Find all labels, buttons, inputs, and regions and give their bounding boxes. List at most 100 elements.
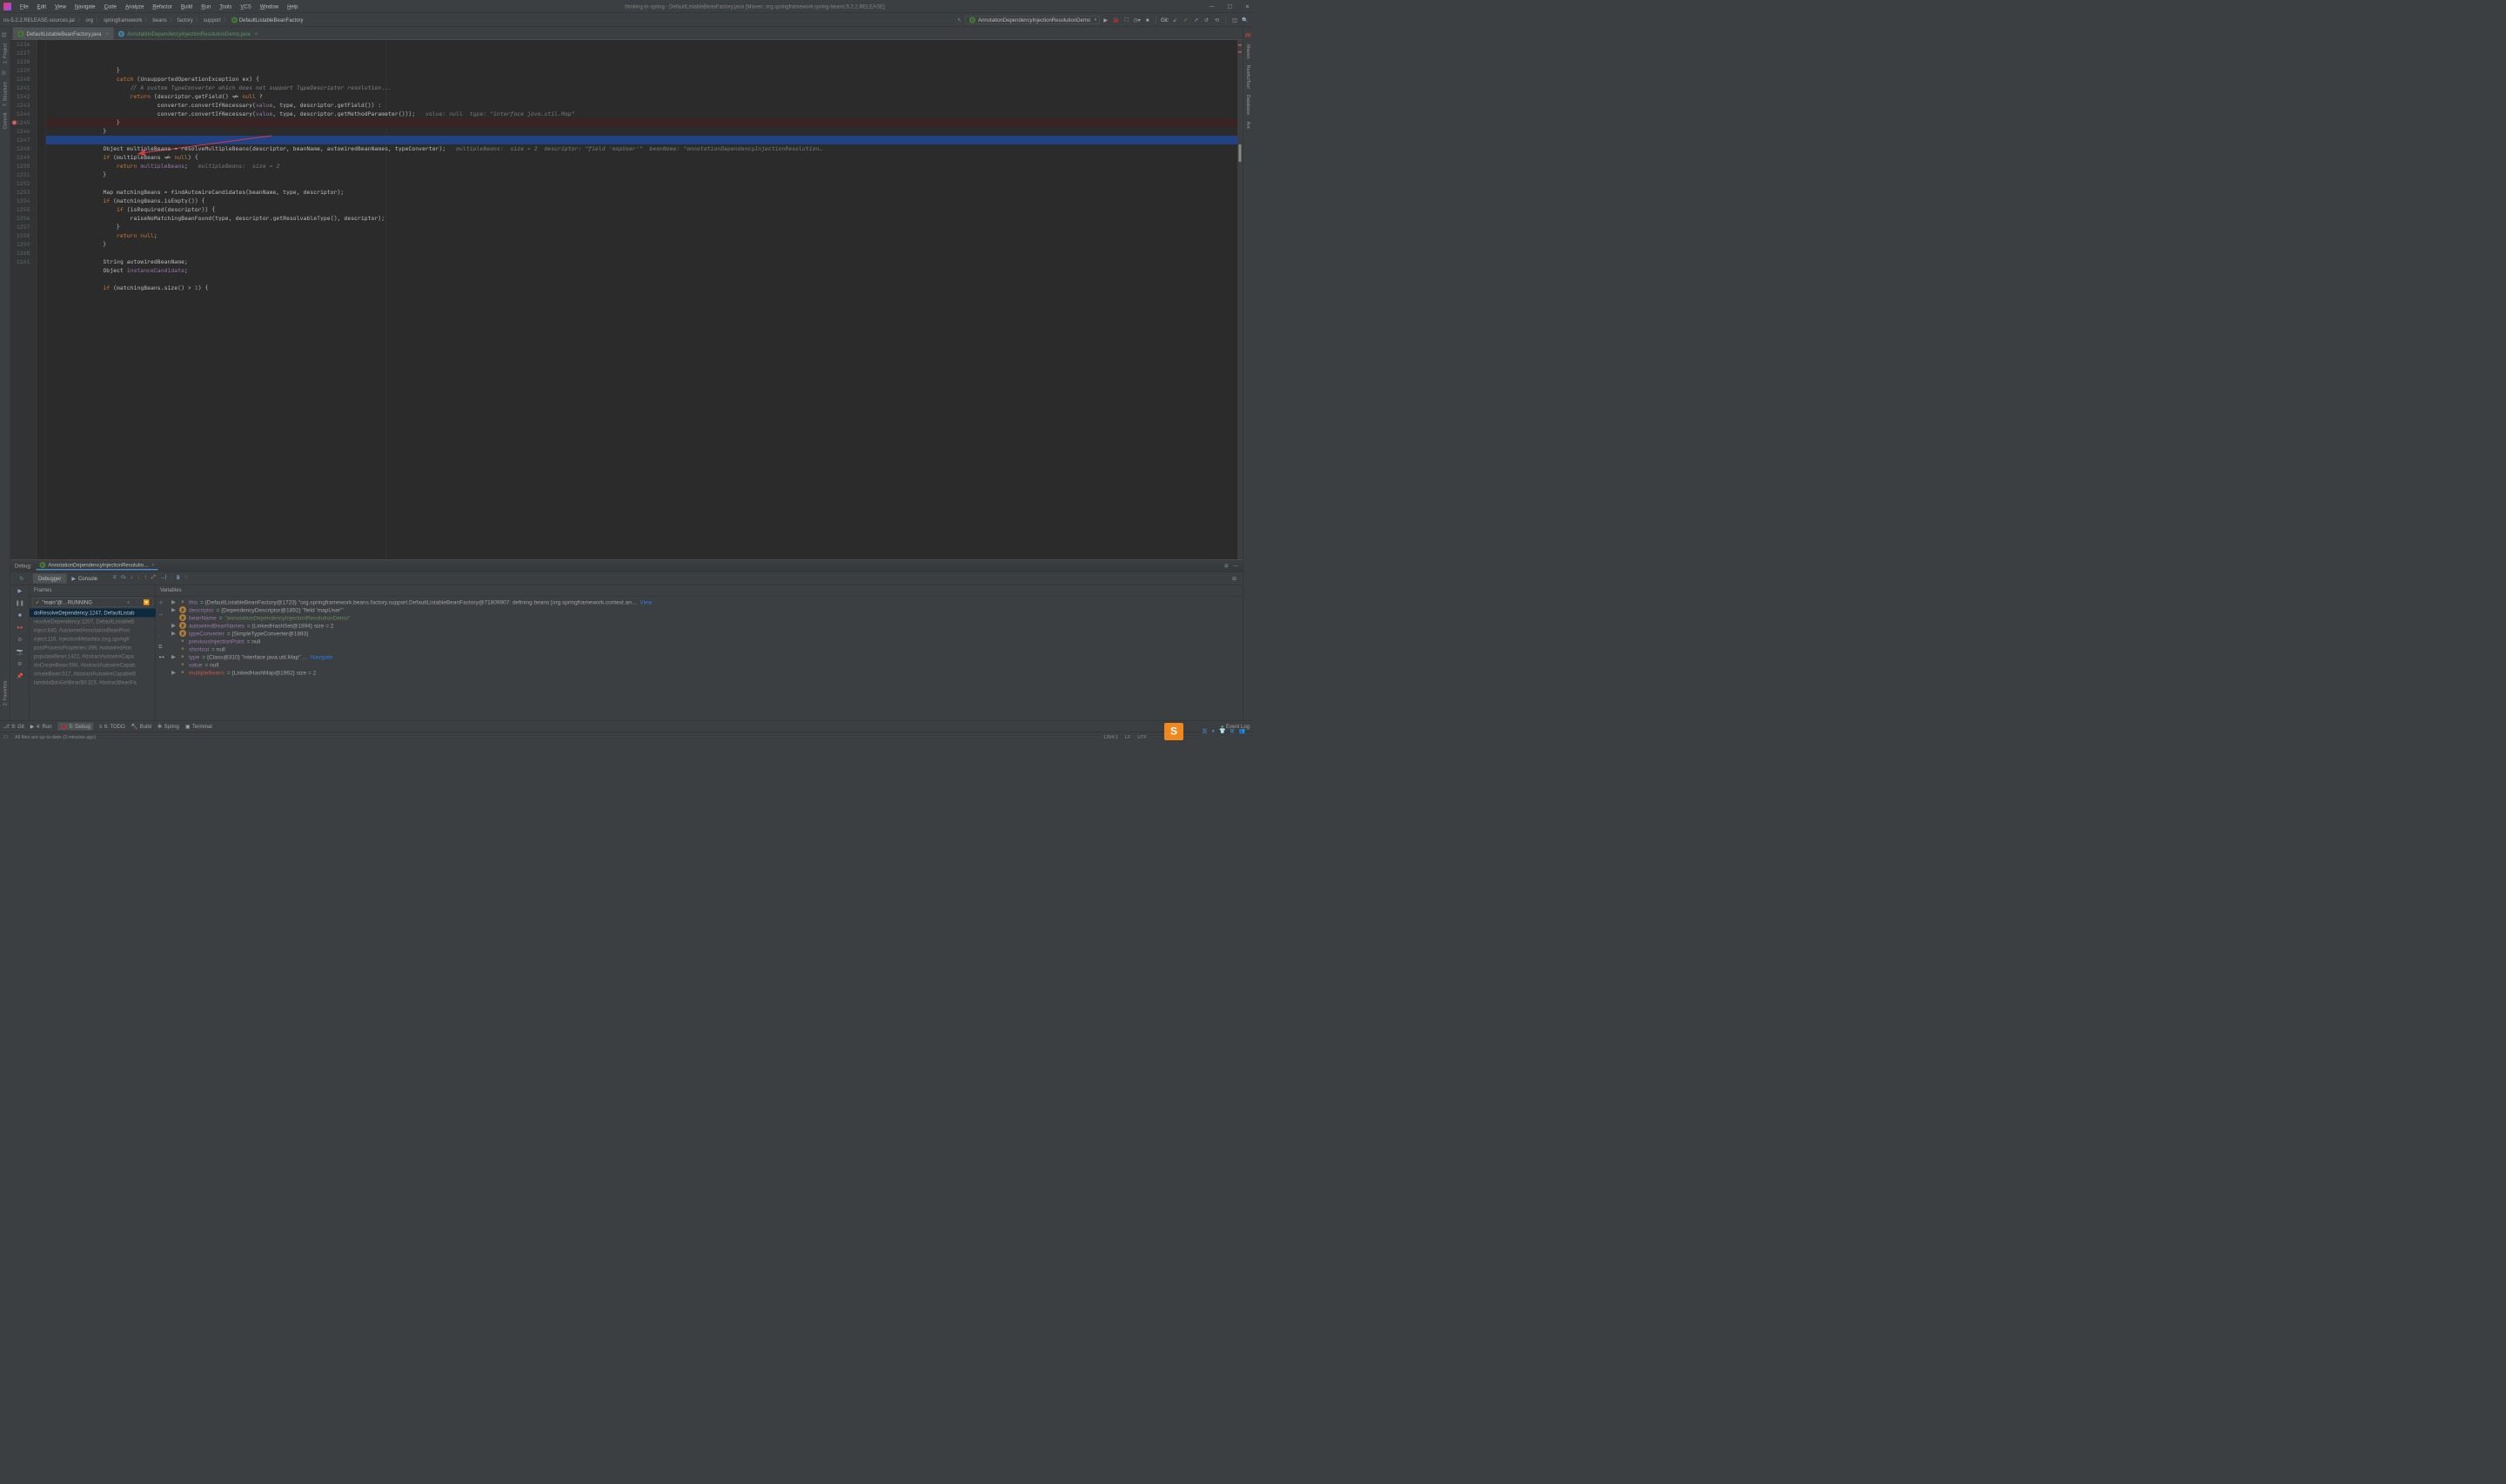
breadcrumb-item[interactable]: org (85, 17, 93, 23)
debug-icon[interactable]: 🐞 (1112, 16, 1121, 24)
code-line[interactable]: return null; (49, 231, 1243, 240)
menu-code[interactable]: Code (102, 3, 119, 10)
git-history-icon[interactable]: ↺ (1203, 16, 1211, 24)
encoding[interactable]: UTF (1137, 734, 1147, 739)
menu-analyze[interactable]: Analyze (123, 3, 146, 10)
breadcrumb-item[interactable]: C DefaultListableBeanFactory (231, 17, 304, 23)
breakpoint-icon[interactable] (12, 121, 17, 125)
close-icon[interactable]: × (151, 562, 155, 568)
variable-row[interactable]: ≡value = null (171, 661, 1238, 669)
code-line[interactable]: Map matchingBeans = findAutowireCandidat… (49, 188, 1243, 197)
settings-icon[interactable]: ⚙ (17, 661, 22, 667)
variable-row[interactable]: ≡shortcut = null (171, 645, 1238, 653)
code-line[interactable] (49, 249, 1243, 257)
breadcrumb[interactable]: ns-5.2.2.RELEASE-sources.jar〉org〉springf… (3, 17, 304, 24)
nav-back-icon[interactable]: ↖ (955, 16, 964, 24)
thread-select[interactable]: ✓ "main"@…RUNNING ▾ ↑ ↓ 🔽 (32, 598, 153, 607)
variable-row[interactable]: pbeanName = "annotationDependencyInjecti… (171, 614, 1238, 622)
code-line[interactable]: } (49, 66, 1243, 75)
breadcrumb-item[interactable]: support (204, 17, 221, 23)
breadcrumb-item[interactable]: ns-5.2.2.RELEASE-sources.jar (3, 17, 75, 23)
code-line[interactable]: } (49, 223, 1243, 231)
evaluate-icon[interactable]: 🖩 (177, 574, 180, 584)
code-line[interactable]: if (multipleBeans != null) { (49, 153, 1243, 162)
glasses-icon[interactable]: 👓 (158, 654, 164, 660)
code-line[interactable]: if (isRequired(descriptor)) { (49, 205, 1243, 214)
menu-window[interactable]: Window (258, 3, 281, 10)
tool-project[interactable]: 1: Project (3, 43, 8, 64)
bottom-tool-debug[interactable]: 🐞5: Debug (58, 722, 93, 730)
stack-frame[interactable]: lambda$doGetBean$0:323, AbstractBeanFa (30, 678, 156, 687)
bottom-tool-todo[interactable]: ≡6: TODO (99, 723, 125, 729)
tool-restful[interactable]: RestfulTool (1245, 65, 1250, 89)
code-line[interactable]: } (49, 170, 1243, 179)
variable-row[interactable]: ▶≡this = {DefaultListableBeanFactory@172… (171, 598, 1238, 606)
git-revert-icon[interactable]: ⟲ (1213, 16, 1222, 24)
variable-row[interactable]: ▶pdescriptor = {DependencyDescriptor@189… (171, 606, 1238, 614)
git-commit-icon[interactable]: ✓ (1182, 16, 1190, 24)
tool-ant[interactable]: Ant (1245, 121, 1250, 128)
stack-frame[interactable]: inject:116, InjectionMetadata (org.sprin… (30, 635, 156, 644)
thread-dump-icon[interactable]: 📷 (17, 649, 23, 655)
tray-icon[interactable]: ● (1211, 728, 1215, 736)
breadcrumb-item[interactable]: beans (152, 17, 166, 23)
menu-vcs[interactable]: VCS (238, 3, 253, 10)
stack-frame[interactable]: populateBean:1422, AbstractAutowireCapa (30, 652, 156, 661)
variable-row[interactable]: ▶≡type = {Class@310} "interface java.uti… (171, 653, 1238, 661)
search-everywhere-icon[interactable]: ◫ (1230, 16, 1239, 24)
bottom-tool-git[interactable]: ⎇9: Git (3, 723, 24, 729)
tray-icon[interactable]: 英 (1202, 728, 1207, 736)
tools-icon[interactable]: ☐ (3, 734, 8, 740)
menu-view[interactable]: View (52, 3, 69, 10)
menu-edit[interactable]: Edit (35, 3, 49, 10)
resume-icon[interactable]: ▶ (17, 588, 22, 594)
trace-icon[interactable]: ≋ (184, 574, 188, 584)
bottom-tool-terminal[interactable]: ▣Terminal (185, 723, 212, 729)
code-line[interactable]: } (49, 118, 1243, 127)
remove-watch-icon[interactable]: － (158, 611, 164, 618)
tool-commit[interactable]: Commit (3, 113, 8, 130)
show-execution-icon[interactable]: ≡ (113, 574, 117, 584)
step-out-icon[interactable]: ↑ (144, 574, 147, 584)
search-icon[interactable]: 🔍 (1241, 16, 1250, 24)
breadcrumb-item[interactable]: springframework (104, 17, 142, 23)
project-icon[interactable]: ▤ (2, 31, 9, 37)
close-icon[interactable]: × (255, 30, 258, 37)
close-icon[interactable]: × (105, 30, 109, 37)
copy-icon[interactable]: ⧉ (158, 644, 164, 651)
menu-navigate[interactable]: Navigate (72, 3, 98, 10)
drop-frame-icon[interactable]: ⤢ (151, 574, 156, 584)
run-icon[interactable]: ▶ (1102, 16, 1110, 24)
mute-bp-icon[interactable]: ⊘ (17, 637, 22, 643)
menu-tools[interactable]: Tools (217, 3, 234, 10)
code-line[interactable] (49, 275, 1243, 284)
code-line[interactable]: converter.convertIfNecessary(value, type… (49, 101, 1243, 110)
tray-icon[interactable]: 👥 (1239, 728, 1245, 736)
menu-file[interactable]: File (17, 3, 31, 10)
git-push-icon[interactable]: ↗ (1192, 16, 1201, 24)
code-line[interactable]: // A custom TypeConverter which does not… (49, 84, 1243, 92)
step-over-icon[interactable]: ⤼ (121, 574, 126, 584)
code-line[interactable]: } (49, 240, 1243, 249)
settings-icon[interactable]: ⚙ (1224, 563, 1229, 569)
variable-row[interactable]: ≡previousInjectionPoint = null (171, 638, 1238, 645)
navigate-link[interactable]: Navigate (311, 653, 333, 660)
navigate-link[interactable]: View (640, 598, 652, 605)
stop-icon[interactable]: ■ (1143, 16, 1152, 24)
code-line[interactable]: if (matchingBeans.size() > 1) { (49, 284, 1243, 292)
code-line[interactable]: return (descriptor.getField() != null ? (49, 92, 1243, 101)
debug-session-tab[interactable]: C AnnotationDependencyInjectionResolutio… (36, 561, 157, 571)
ime-indicator[interactable]: S (1164, 723, 1183, 740)
force-step-into-icon[interactable]: ↓ (137, 574, 140, 584)
structure-icon[interactable]: ⊟ (2, 70, 9, 76)
tray-icon[interactable]: 👕 (1219, 728, 1225, 736)
bottom-tool-build[interactable]: 🔨Build (131, 723, 151, 729)
editor-tab[interactable]: CAnnotationDependencyInjectionResolution… (113, 28, 262, 40)
code-line[interactable]: converter.convertIfNecessary(value, type… (49, 110, 1243, 118)
up-icon[interactable]: ↑ (158, 623, 164, 629)
pin-icon[interactable]: 📌 (17, 673, 23, 679)
code-line[interactable]: if (matchingBeans.isEmpty()) { (49, 197, 1243, 205)
tray-icon[interactable]: ⊞ (1230, 728, 1234, 736)
tool-database[interactable]: Database (1245, 95, 1250, 116)
layout-icon[interactable]: ⊞ (1232, 575, 1236, 581)
